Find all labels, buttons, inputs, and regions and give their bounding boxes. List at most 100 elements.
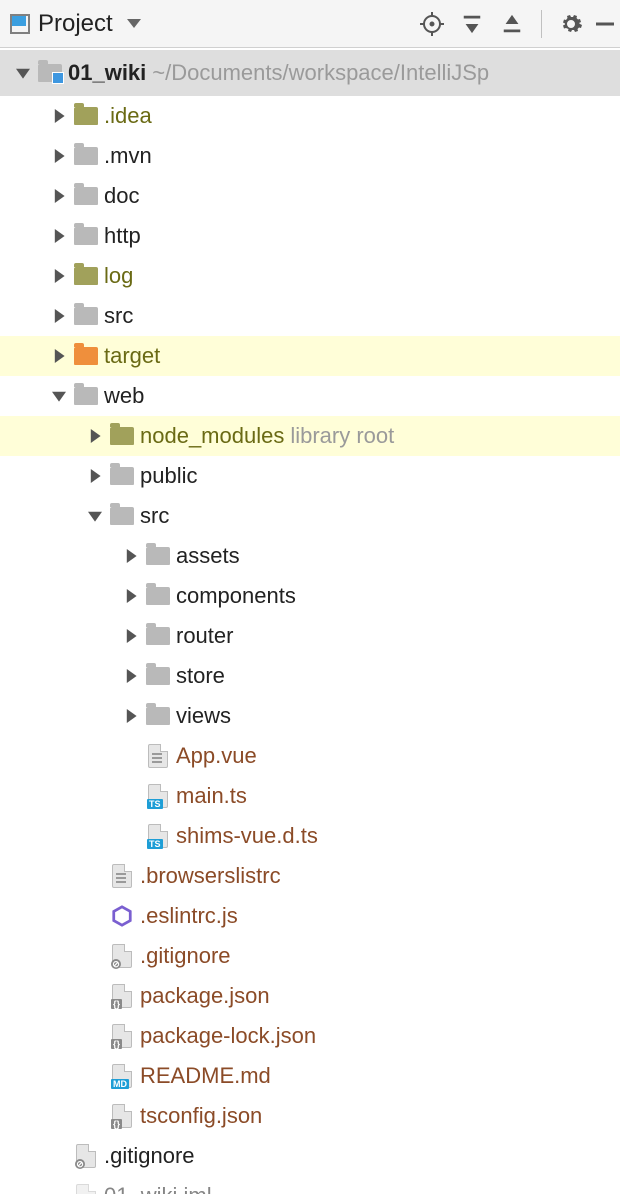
chevron-right-icon[interactable]: [46, 309, 72, 323]
chevron-right-icon[interactable]: [82, 429, 108, 443]
chevron-right-icon[interactable]: [118, 589, 144, 603]
folder-icon: [144, 627, 172, 645]
tree-item[interactable]: src: [0, 296, 620, 336]
tree-item[interactable]: MDREADME.md: [0, 1056, 620, 1096]
eslint-icon: [108, 905, 136, 927]
tree-item[interactable]: .eslintrc.js: [0, 896, 620, 936]
tree-item[interactable]: .idea: [0, 96, 620, 136]
file-icon: MD: [108, 1064, 136, 1088]
folder-icon: [108, 427, 136, 445]
tree-item[interactable]: node_moduleslibrary root: [0, 416, 620, 456]
folder-icon: [144, 667, 172, 685]
project-panel-header: Project: [0, 0, 620, 48]
chevron-down-icon[interactable]: [10, 66, 36, 80]
tree-item-label: views: [176, 703, 231, 729]
folder-icon: [144, 587, 172, 605]
tree-item[interactable]: TSmain.ts: [0, 776, 620, 816]
chevron-right-icon[interactable]: [46, 109, 72, 123]
tree-item-label: shims-vue.d.ts: [176, 823, 318, 849]
folder-icon: [72, 107, 100, 125]
expand-all-icon[interactable]: [457, 9, 487, 39]
root-path: ~/Documents/workspace/IntelliJSp: [152, 60, 489, 86]
tree-item-label: .gitignore: [140, 943, 231, 969]
module-folder-icon: [36, 64, 64, 82]
tree-item[interactable]: .mvn: [0, 136, 620, 176]
file-icon: ⊘: [72, 1144, 100, 1168]
tree-item[interactable]: components: [0, 576, 620, 616]
tree-item[interactable]: 01_wiki.iml: [0, 1176, 620, 1194]
tree-item[interactable]: {}package.json: [0, 976, 620, 1016]
tree-item[interactable]: src: [0, 496, 620, 536]
folder-icon: [144, 707, 172, 725]
chevron-right-icon[interactable]: [118, 709, 144, 723]
tree-item[interactable]: store: [0, 656, 620, 696]
tree-item-label: store: [176, 663, 225, 689]
folder-icon: [72, 187, 100, 205]
tree-item-label: App.vue: [176, 743, 257, 769]
chevron-down-icon: [127, 19, 141, 28]
tree-item-label: tsconfig.json: [140, 1103, 262, 1129]
chevron-down-icon[interactable]: [46, 389, 72, 403]
tree-item[interactable]: assets: [0, 536, 620, 576]
gear-icon[interactable]: [556, 9, 586, 39]
tree-item[interactable]: public: [0, 456, 620, 496]
tree-item-label: doc: [104, 183, 139, 209]
chevron-right-icon[interactable]: [46, 269, 72, 283]
tree-item-label: package-lock.json: [140, 1023, 316, 1049]
tree-item-label: .gitignore: [104, 1143, 195, 1169]
tree-item[interactable]: ⊘.gitignore: [0, 1136, 620, 1176]
chevron-right-icon[interactable]: [118, 549, 144, 563]
chevron-right-icon[interactable]: [82, 469, 108, 483]
file-icon: ⊘: [108, 944, 136, 968]
locate-icon[interactable]: [417, 9, 447, 39]
project-tree[interactable]: 01_wiki ~/Documents/workspace/IntelliJSp…: [0, 48, 620, 1194]
tree-item[interactable]: doc: [0, 176, 620, 216]
tree-item[interactable]: .browserslistrc: [0, 856, 620, 896]
collapse-all-icon[interactable]: [497, 9, 527, 39]
tree-item-label: assets: [176, 543, 240, 569]
tree-item[interactable]: {}tsconfig.json: [0, 1096, 620, 1136]
tree-item[interactable]: App.vue: [0, 736, 620, 776]
view-selector[interactable]: Project: [10, 10, 417, 38]
chevron-down-icon[interactable]: [82, 509, 108, 523]
project-view-icon: [10, 14, 30, 34]
tree-item-label: target: [104, 343, 160, 369]
tree-item[interactable]: http: [0, 216, 620, 256]
tree-item[interactable]: router: [0, 616, 620, 656]
folder-icon: [72, 227, 100, 245]
chevron-right-icon[interactable]: [118, 629, 144, 643]
tree-item[interactable]: target: [0, 336, 620, 376]
file-icon: [72, 1184, 100, 1194]
file-icon: {}: [108, 1024, 136, 1048]
tree-item[interactable]: log: [0, 256, 620, 296]
folder-icon: [72, 347, 100, 365]
chevron-right-icon[interactable]: [118, 669, 144, 683]
chevron-right-icon[interactable]: [46, 149, 72, 163]
tree-item[interactable]: web: [0, 376, 620, 416]
tree-item[interactable]: views: [0, 696, 620, 736]
tree-item[interactable]: TSshims-vue.d.ts: [0, 816, 620, 856]
file-icon: TS: [144, 824, 172, 848]
tree-item-label: 01_wiki.iml: [104, 1183, 212, 1194]
chevron-right-icon[interactable]: [46, 229, 72, 243]
separator: [541, 10, 542, 38]
tree-item-label: src: [140, 503, 169, 529]
tree-item-label: log: [104, 263, 133, 289]
tree-root[interactable]: 01_wiki ~/Documents/workspace/IntelliJSp: [0, 50, 620, 96]
tree-item[interactable]: {}package-lock.json: [0, 1016, 620, 1056]
folder-icon: [144, 547, 172, 565]
tree-item-label: node_modules: [140, 423, 284, 449]
tree-item-label: public: [140, 463, 197, 489]
tree-item-label: main.ts: [176, 783, 247, 809]
tree-item-label: router: [176, 623, 233, 649]
file-icon: TS: [144, 784, 172, 808]
chevron-right-icon[interactable]: [46, 349, 72, 363]
root-name: 01_wiki: [68, 60, 146, 86]
chevron-right-icon[interactable]: [46, 189, 72, 203]
folder-icon: [72, 147, 100, 165]
file-icon: {}: [108, 984, 136, 1008]
tree-item[interactable]: ⊘.gitignore: [0, 936, 620, 976]
folder-icon: [108, 507, 136, 525]
minimize-icon[interactable]: [596, 9, 614, 39]
tree-item-label: components: [176, 583, 296, 609]
